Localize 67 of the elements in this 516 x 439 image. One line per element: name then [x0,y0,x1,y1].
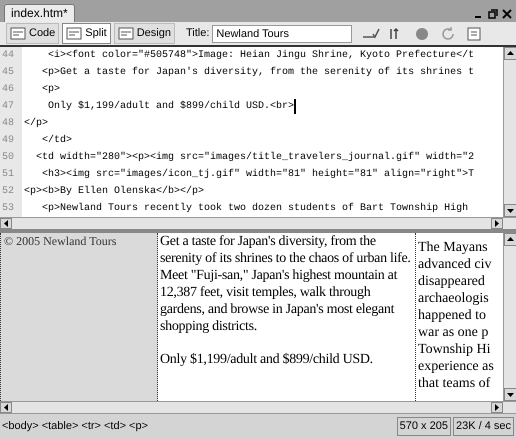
scroll-down-icon[interactable] [504,388,516,401]
close-icon[interactable] [502,9,512,19]
scroll-down-icon[interactable] [504,204,516,217]
scroll-left-icon[interactable] [0,402,12,413]
restore-icon[interactable] [488,9,498,19]
line-number: 51 [0,166,22,183]
article-line: war as one p [418,324,490,341]
paragraph-line: Meet "Fuji-san," Japan's highest mountain at [160,267,398,284]
line-number: 44 [0,47,22,64]
code-line: <i><font color="#505748">Image: Heian Jingu Shrine, Kyoto Prefecture</t [47,48,474,63]
tag-selector[interactable]: <body> [2,418,39,435]
view-icon [10,27,26,40]
download-time: 23K / 4 sec [452,417,514,436]
scroll-left-icon[interactable] [0,218,12,229]
paragraph-line: gardens, and browse in Japan's most elegant [160,301,396,318]
line-number: 53 [0,200,22,217]
view-button[interactable]: Split [62,23,111,44]
code-line: <p>Newland Tours recently took two dozen students of Bart Township High [41,202,468,216]
scroll-right-icon[interactable] [491,218,503,229]
paragraph-line: Only $1,199/adult and $899/child USD. [160,351,374,368]
code-line: <td width="280"><p><img src="images/title_travelers_journal.gif" width="2 [35,150,474,165]
line-number: 47 [0,98,22,115]
article-line: Township Hi [418,341,492,358]
view-icon [66,27,82,40]
article-line: archaeologis [418,290,490,307]
title-label: Title: [186,26,210,42]
code-line: <p>Get a taste for Japan's diversity, from the serenity of its shrines t [41,66,474,80]
code-line: <p><b>By Ellen Olenska</b></p> [23,184,204,199]
article-line: The Mayans [418,239,489,256]
line-number: 45 [0,64,22,81]
paragraph-line: 12,387 feet, visit temples, walk through [160,284,372,301]
vertical-scrollbar[interactable] [503,233,516,401]
line-number: 50 [0,149,22,166]
horizontal-scrollbar[interactable] [0,217,516,229]
scroll-up-icon[interactable] [504,233,516,246]
code-line: <h3><img src="images/icon_tj.gif" width="81" height="81" align="right">T [41,168,474,182]
tag-selector[interactable]: <td> [104,418,126,435]
paragraph-line: serenity of its shrines to the chaos of urban life. [160,250,412,267]
scroll-up-icon[interactable] [504,47,516,60]
code-line: </td> [41,134,72,148]
article-line: experience as [418,358,495,375]
vertical-scrollbar[interactable] [503,47,516,217]
article-line: that teams of [418,375,492,392]
code-line: <p> [41,83,60,97]
document-tab[interactable]: index.htm* [4,4,75,22]
code-line: </p> [23,116,48,131]
line-number: 48 [0,115,22,132]
window-size[interactable]: 570 x 205 [396,417,451,436]
footer-cell: © 2005 Newland Tours [0,233,158,401]
article-line: advanced civ [418,256,492,273]
line-number: 46 [0,81,22,98]
tag-selector[interactable]: <table> [42,418,78,435]
scroll-right-icon[interactable] [491,402,503,413]
view-button[interactable]: Code [6,23,60,44]
paragraph-line: shopping districts. [160,318,258,335]
view-button[interactable]: Design [114,23,175,44]
article-line: happened to [418,307,488,324]
line-number: 52 [0,183,22,200]
article-line: disappeared [418,273,486,290]
view-icon [118,27,134,40]
tag-selector[interactable]: <p> [129,418,148,435]
horizontal-scrollbar[interactable] [0,401,516,413]
tag-selector[interactable]: <tr> [81,418,101,435]
line-number: 49 [0,132,22,149]
title-field[interactable]: Newland Tours [212,24,352,42]
code-line: Only $1,199/adult and $899/child USD.<br> [47,100,294,114]
paragraph-line: Get a taste for Japan's diversity, from the [160,233,377,250]
